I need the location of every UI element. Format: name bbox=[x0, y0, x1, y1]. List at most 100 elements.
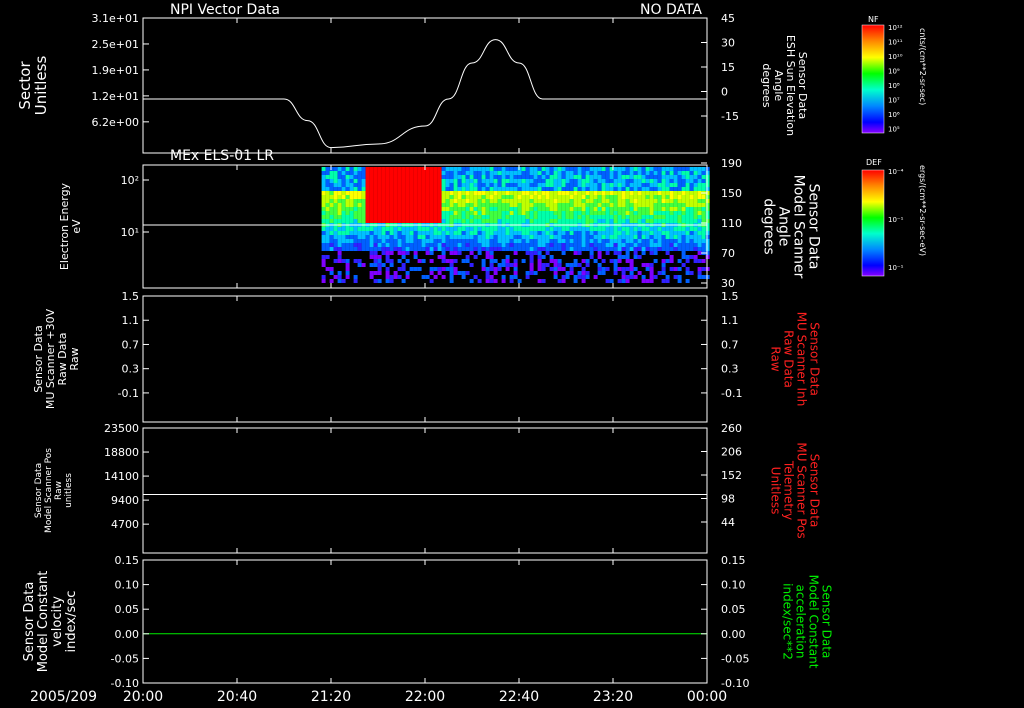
spectrogram-cell bbox=[429, 199, 434, 203]
spectrogram-cell bbox=[629, 243, 634, 247]
spectrogram-cell bbox=[385, 267, 390, 271]
spectrogram-cell bbox=[621, 231, 626, 235]
spectrogram-cell bbox=[389, 231, 394, 235]
spectrogram-cell bbox=[345, 195, 350, 199]
spectrogram-cell bbox=[357, 263, 362, 267]
spectrogram-cell bbox=[685, 207, 690, 211]
spectrogram-cell bbox=[385, 271, 390, 275]
tick-label-right: 0.3 bbox=[721, 363, 739, 376]
multi-panel-plot: NPI Vector Data NO DATA 3.1e+012.5e+011.… bbox=[16, 2, 927, 705]
spectrogram-cell bbox=[373, 263, 378, 267]
spectrogram-cell bbox=[481, 267, 486, 271]
spectrogram-cell bbox=[445, 187, 450, 191]
spectrogram-cell bbox=[561, 179, 566, 183]
spectrogram-cell bbox=[577, 207, 582, 211]
spectrogram-cell bbox=[373, 243, 378, 247]
spectrogram-cell bbox=[361, 243, 366, 247]
panel-1-left-label: SectorUnitless bbox=[16, 56, 50, 116]
spectrogram-cell bbox=[553, 187, 558, 191]
spectrogram-cell bbox=[573, 251, 578, 255]
spectrogram-cell bbox=[453, 171, 458, 175]
spectrogram-cell bbox=[345, 247, 350, 251]
spectrogram-cell bbox=[665, 243, 670, 247]
spectrogram-cell bbox=[369, 191, 374, 195]
spectrogram-cell bbox=[641, 191, 646, 195]
spectrogram-cell bbox=[577, 231, 582, 235]
spectrogram-cell bbox=[469, 231, 474, 235]
spectrogram-cell bbox=[641, 279, 646, 283]
spectrogram-cell bbox=[453, 251, 458, 255]
spectrogram-cell bbox=[549, 255, 554, 259]
right-axis-label-line: Angle bbox=[776, 207, 792, 247]
spectrogram-cell bbox=[565, 243, 570, 247]
spectrogram-cell bbox=[341, 203, 346, 207]
spectrogram-cell bbox=[633, 191, 638, 195]
spectrogram-cell bbox=[373, 219, 378, 223]
spectrogram-cell bbox=[617, 167, 622, 171]
spectrogram-cell bbox=[525, 171, 530, 175]
spectrogram-cell bbox=[677, 211, 682, 215]
spectrogram-cell bbox=[329, 231, 334, 235]
spectrogram-cell bbox=[385, 175, 390, 179]
spectrogram-cell bbox=[325, 167, 330, 171]
spectrogram-cell bbox=[533, 239, 538, 243]
spectrogram-cell bbox=[573, 227, 578, 231]
spectrogram-cell bbox=[633, 251, 638, 255]
spectrogram-cell bbox=[509, 207, 514, 211]
spectrogram-cell bbox=[537, 211, 542, 215]
spectrogram-cell bbox=[613, 219, 618, 223]
spectrogram-cell bbox=[413, 203, 418, 207]
spectrogram-cell bbox=[537, 199, 542, 203]
spectrogram-cell bbox=[397, 207, 402, 211]
spectrogram-cell bbox=[677, 243, 682, 247]
spectrogram-cell bbox=[625, 247, 630, 251]
spectrogram-cell bbox=[397, 231, 402, 235]
spectrogram-cell bbox=[321, 235, 326, 239]
spectrogram-cell bbox=[505, 267, 510, 271]
spectrogram-cell bbox=[441, 231, 446, 235]
spectrogram-cell bbox=[597, 179, 602, 183]
spectrogram-cell bbox=[501, 175, 506, 179]
spectrogram-cell bbox=[433, 227, 438, 231]
spectrogram-cell bbox=[337, 247, 342, 251]
spectrogram-cell bbox=[597, 195, 602, 199]
spectrogram-cell bbox=[405, 243, 410, 247]
spectrogram-cell bbox=[637, 247, 642, 251]
spectrogram-cell bbox=[665, 183, 670, 187]
spectrogram-cell bbox=[685, 211, 690, 215]
spectrogram-cell bbox=[633, 235, 638, 239]
spectrogram-cell bbox=[401, 195, 406, 199]
spectrogram-cell bbox=[473, 187, 478, 191]
spectrogram-cell bbox=[517, 219, 522, 223]
spectrogram-cell bbox=[609, 175, 614, 179]
spectrogram-cell bbox=[453, 215, 458, 219]
spectrogram-cell bbox=[697, 259, 702, 263]
spectrogram-cell bbox=[433, 219, 438, 223]
spectrogram-cell bbox=[593, 171, 598, 175]
spectrogram-cell bbox=[401, 279, 406, 283]
spectrogram-cell bbox=[469, 251, 474, 255]
spectrogram-cell bbox=[501, 243, 506, 247]
spectrogram-cell bbox=[697, 275, 702, 279]
spectrogram-cell bbox=[661, 211, 666, 215]
spectrogram-cell bbox=[581, 259, 586, 263]
spectrogram-cell bbox=[445, 211, 450, 215]
spectrogram-cell bbox=[597, 167, 602, 171]
spectrogram-cell bbox=[705, 243, 710, 247]
spectrogram-cell bbox=[629, 183, 634, 187]
spectrogram-cell bbox=[441, 259, 446, 263]
spectrogram-cell bbox=[509, 235, 514, 239]
spectrogram-cell bbox=[617, 247, 622, 251]
spectrogram-cell bbox=[357, 227, 362, 231]
spectrogram-cell bbox=[597, 219, 602, 223]
spectrogram-cell bbox=[405, 259, 410, 263]
spectrogram-cell bbox=[697, 227, 702, 231]
spectrogram-cell bbox=[541, 183, 546, 187]
spectrogram-cell bbox=[585, 199, 590, 203]
spectrogram-cell bbox=[321, 171, 326, 175]
spectrogram-cell bbox=[445, 171, 450, 175]
spectrogram-cell bbox=[417, 243, 422, 247]
spectrogram-cell bbox=[337, 199, 342, 203]
colorbar-def-tick: 10⁻¹ bbox=[888, 216, 904, 224]
spectrogram-cell bbox=[365, 191, 370, 195]
